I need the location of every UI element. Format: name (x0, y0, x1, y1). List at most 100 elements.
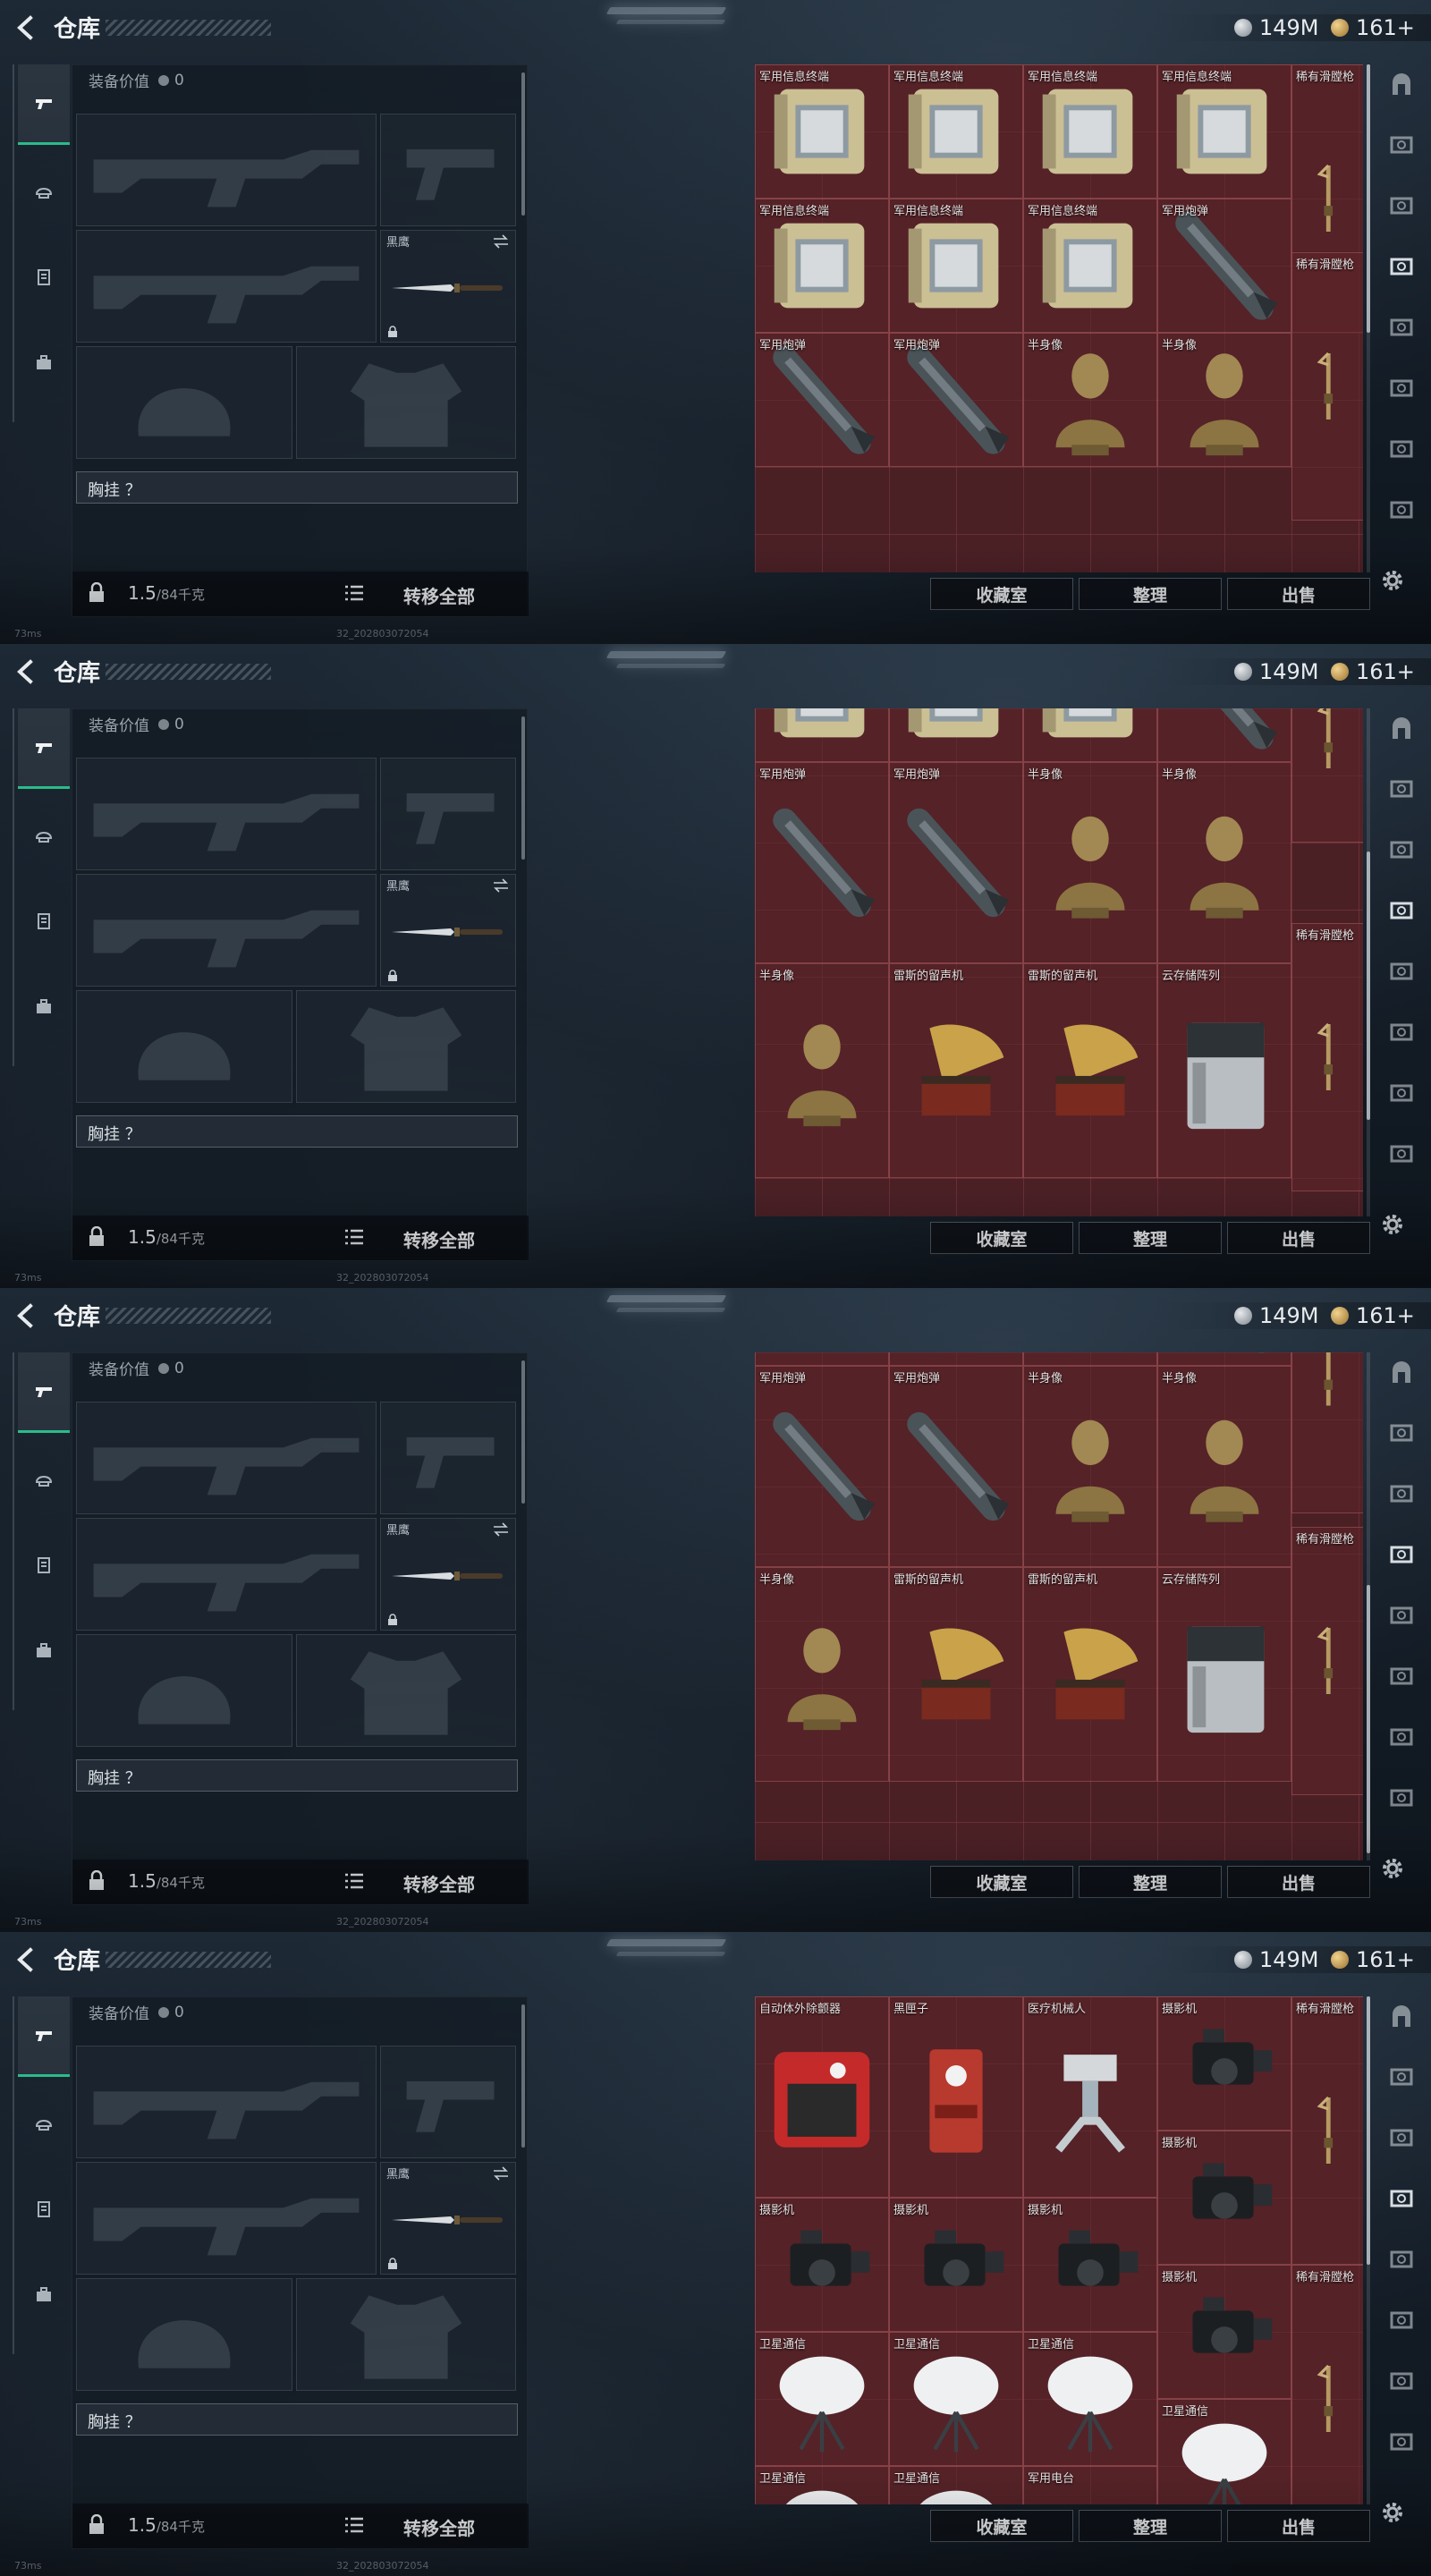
gear-icon[interactable] (1379, 1855, 1406, 1882)
secondary-weapon-slot[interactable] (76, 230, 377, 343)
primary-weapon-slot[interactable] (76, 758, 377, 870)
stash-item-terminal[interactable]: 军用信息终端 (1023, 199, 1157, 333)
stash-scroll-thumb[interactable] (1367, 64, 1370, 333)
stash-tab-icon[interactable] (1388, 776, 1415, 803)
silver-currency[interactable]: 149M (1234, 658, 1319, 685)
stash-tab-icon[interactable] (1388, 2429, 1415, 2456)
stash-tab-icon[interactable] (1388, 1020, 1415, 1046)
armor-slot[interactable] (296, 990, 516, 1103)
helmet-slot[interactable] (76, 1634, 292, 1747)
nav-armor[interactable] (18, 1438, 70, 1519)
stash-item-musket[interactable]: 稀有滑膛枪 (1291, 1996, 1363, 2265)
stash-item-bust[interactable]: 半身像 (755, 1567, 889, 1782)
stash-item-dish[interactable]: 卫星通信 (889, 2332, 1023, 2466)
gear-icon[interactable] (1379, 2499, 1406, 2526)
arch-icon[interactable] (1388, 1360, 1415, 1386)
stash-item-shell[interactable]: 军用炮弹 (1157, 199, 1291, 333)
stash-item-shell[interactable]: 军用炮弹 (889, 333, 1023, 467)
stash-scrollbar[interactable] (1367, 1352, 1370, 1860)
stash-tab-icon[interactable] (1388, 1785, 1415, 1812)
stash-tab-icon[interactable] (1388, 1080, 1415, 1107)
stash-item-robot[interactable]: 医疗机械人 (1023, 1996, 1157, 2198)
stash-scrollbar[interactable] (1367, 1996, 1370, 2504)
stash-tab-icon[interactable] (1388, 837, 1415, 864)
secondary-weapon-slot[interactable] (76, 874, 377, 987)
stash-item-terminal[interactable]: 军用信息终端 (755, 64, 889, 199)
stash-tab-icon[interactable] (1388, 1420, 1415, 1447)
stash-item-bust[interactable]: 半身像 (1157, 333, 1291, 467)
stash-item-radio[interactable]: 军用电台 (1023, 2466, 1157, 2504)
stash-tab-icon[interactable] (1388, 254, 1415, 281)
stash-item-dish[interactable]: 卫星通信 (1157, 2399, 1291, 2504)
nav-weapons[interactable] (18, 1352, 70, 1433)
stash-item-terminal[interactable] (889, 1352, 1023, 1366)
stash-item-storage[interactable]: 云存储阵列 (1157, 1567, 1291, 1782)
collection-room-button[interactable]: 收藏室 (930, 2510, 1073, 2542)
back-arrow-icon[interactable] (14, 1946, 38, 1973)
stash-tab-icon[interactable] (1388, 2186, 1415, 2213)
stash-item-bust[interactable]: 半身像 (755, 963, 889, 1178)
equipment-scrollbar[interactable] (521, 1360, 525, 1504)
secondary-weapon-slot[interactable] (76, 2162, 377, 2275)
stash-item-terminal[interactable] (755, 708, 889, 762)
stash-tab-icon[interactable] (1388, 1542, 1415, 1569)
gold-currency[interactable]: 161+ (1331, 14, 1415, 41)
swap-icon[interactable] (492, 234, 510, 249)
stash-item-musket[interactable]: 稀有滑膛枪 (1291, 1527, 1363, 1795)
stash-scrollbar[interactable] (1367, 64, 1370, 572)
swap-icon[interactable] (492, 2166, 510, 2181)
organize-button[interactable]: 整理 (1079, 1222, 1222, 1254)
stash-item-terminal[interactable] (755, 1352, 889, 1366)
nav-backpack[interactable] (18, 966, 70, 1046)
swap-icon[interactable] (492, 878, 510, 893)
sell-button[interactable]: 出售 (1227, 1222, 1370, 1254)
stash-item-shell[interactable] (1157, 1352, 1291, 1366)
stash-scroll-thumb[interactable] (1367, 852, 1370, 1120)
stash-item-terminal[interactable]: 军用信息终端 (1157, 64, 1291, 199)
gear-icon[interactable] (1379, 1211, 1406, 1238)
arch-icon[interactable] (1388, 2004, 1415, 2030)
stash-item-musket[interactable] (1291, 1352, 1363, 1513)
helmet-slot[interactable] (76, 346, 292, 459)
nav-weapons[interactable] (18, 1996, 70, 2077)
stash-item-dish[interactable]: 卫星通信 (889, 2466, 1023, 2504)
transfer-all-button[interactable]: 转移全部 (403, 1870, 475, 1896)
nav-backpack[interactable] (18, 2254, 70, 2334)
stash-item-bust[interactable]: 半身像 (1023, 333, 1157, 467)
silver-currency[interactable]: 149M (1234, 1302, 1319, 1329)
stash-item-terminal[interactable]: 军用信息终端 (889, 199, 1023, 333)
stash-item-shell[interactable]: 军用炮弹 (755, 333, 889, 467)
stash-tab-icon[interactable] (1388, 2308, 1415, 2334)
stash-item-dish[interactable]: 卫星通信 (755, 2332, 889, 2466)
stash-item-terminal[interactable] (1023, 1352, 1157, 1366)
arch-icon[interactable] (1388, 716, 1415, 742)
stash-item-shell[interactable]: 军用炮弹 (755, 762, 889, 963)
stash-item-terminal[interactable] (889, 708, 1023, 762)
melee-slot[interactable]: 黑鹰 (380, 1518, 516, 1631)
stash-tab-icon[interactable] (1388, 959, 1415, 986)
back-arrow-icon[interactable] (14, 14, 38, 41)
stash-item-musket[interactable] (1291, 708, 1363, 843)
nav-armor[interactable] (18, 2082, 70, 2163)
stash-tab-icon[interactable] (1388, 1724, 1415, 1751)
stash-item-phonograph[interactable]: 雷斯的留声机 (1023, 963, 1157, 1178)
chest-rig-slot[interactable]: 胸挂 ？ (76, 471, 518, 504)
stash-item-terminal[interactable]: 军用信息终端 (889, 64, 1023, 199)
stash-item-camera[interactable]: 摄影机 (1023, 2198, 1157, 2332)
stash-tab-icon[interactable] (1388, 315, 1415, 342)
gold-currency[interactable]: 161+ (1331, 1946, 1415, 1973)
organize-button[interactable]: 整理 (1079, 578, 1222, 610)
stash-item-terminal[interactable] (1023, 708, 1157, 762)
stash-item-blackbox[interactable]: 黑匣子 (889, 1996, 1023, 2198)
stash-item-shell[interactable] (1157, 708, 1291, 762)
stash-tab-icon[interactable] (1388, 898, 1415, 925)
list-icon[interactable] (344, 1228, 364, 1246)
sidearm-slot[interactable] (380, 758, 516, 870)
nav-armor[interactable] (18, 150, 70, 231)
stash-item-musket[interactable]: 稀有滑膛枪 (1291, 2265, 1363, 2504)
nav-weapons[interactable] (18, 64, 70, 145)
swap-icon[interactable] (492, 1522, 510, 1537)
stash-item-bust[interactable]: 半身像 (1157, 762, 1291, 963)
stash-tab-icon[interactable] (1388, 1141, 1415, 1168)
stash-item-phonograph[interactable]: 雷斯的留声机 (889, 963, 1023, 1178)
